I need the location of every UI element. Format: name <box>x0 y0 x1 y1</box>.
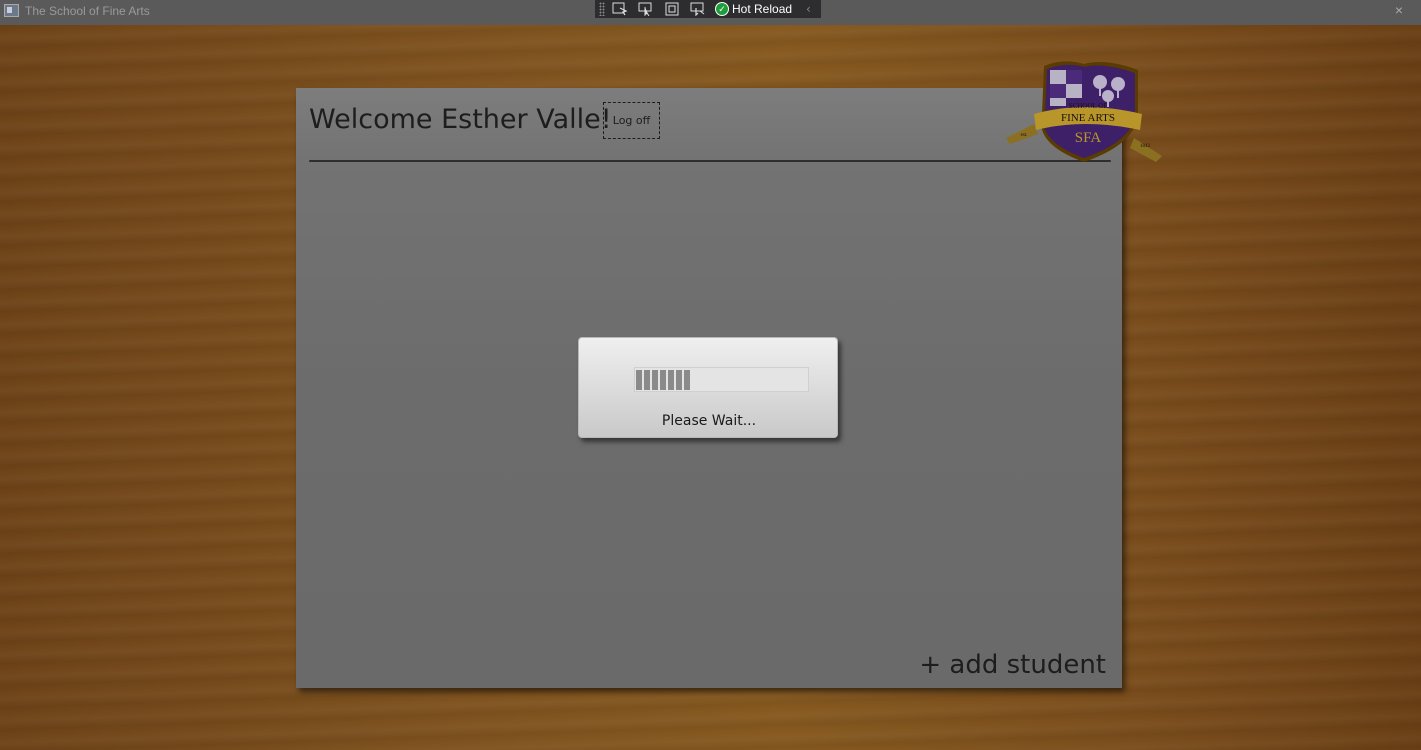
chevron-left-icon[interactable]: ‹ <box>806 2 811 16</box>
loading-dialog: Please Wait... <box>578 337 838 438</box>
loading-message: Please Wait... <box>661 413 757 429</box>
crest-line1: SCHOOL OF <box>1069 102 1108 110</box>
add-student-button[interactable]: + add student <box>919 650 1106 680</box>
progress-bar-fill <box>636 370 691 390</box>
select-element-icon[interactable] <box>611 1 629 17</box>
school-crest-logo: SCHOOL OF FINE ARTS SFA est. 1842 <box>1006 61 1162 162</box>
crest-ribbon-left: est. <box>1021 133 1028 138</box>
window-title: The School of Fine Arts <box>25 4 150 18</box>
header-divider <box>309 160 1111 162</box>
crest-initials: SFA <box>1075 130 1102 146</box>
layout-adorners-icon[interactable] <box>663 1 681 17</box>
close-button[interactable]: × <box>1395 2 1403 18</box>
progress-bar <box>634 367 809 392</box>
crest-line2: FINE ARTS <box>1061 112 1115 124</box>
hot-reload-button[interactable]: ✓ Hot Reload <box>715 2 792 16</box>
track-focus-icon[interactable] <box>689 1 707 17</box>
check-icon: ✓ <box>715 2 729 16</box>
debug-toolbar: ✓ Hot Reload ‹ <box>595 0 821 18</box>
toolbar-grip-icon[interactable] <box>599 2 605 16</box>
hot-reload-label: Hot Reload <box>732 2 793 16</box>
logoff-button[interactable]: Log off <box>603 102 660 139</box>
app-icon <box>4 4 19 17</box>
live-visual-tree-icon[interactable] <box>637 1 655 17</box>
crest-ribbon-right: 1842 <box>1140 144 1151 149</box>
welcome-heading: Welcome Esther Valle! <box>309 104 612 135</box>
